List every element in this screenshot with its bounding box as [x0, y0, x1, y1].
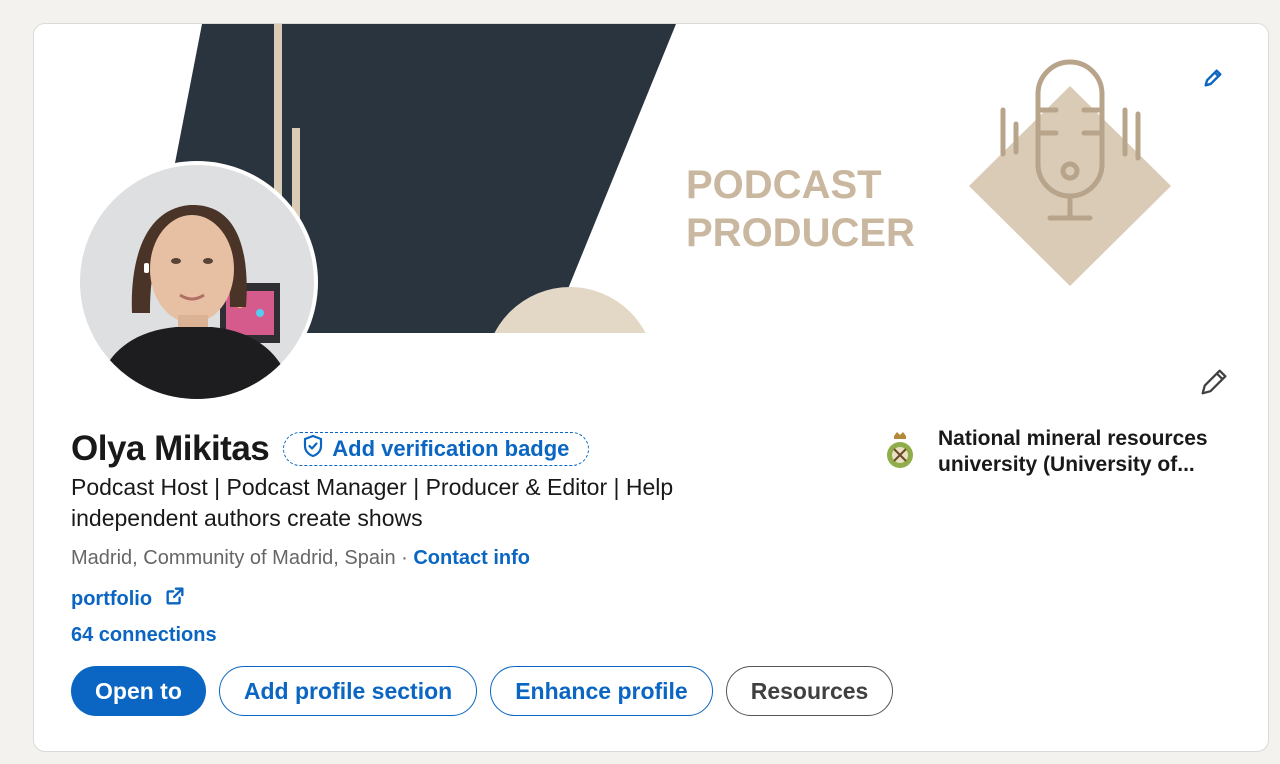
- portfolio-label: portfolio: [71, 587, 153, 610]
- edit-banner-button[interactable]: [1194, 61, 1232, 99]
- external-link-icon: [152, 585, 186, 613]
- resources-button[interactable]: Resources: [725, 666, 894, 716]
- profile-headline: Podcast Host | Podcast Manager | Produce…: [71, 474, 674, 531]
- enhance-profile-button[interactable]: Enhance profile: [490, 666, 713, 716]
- education-item[interactable]: National mineral resources university (U…: [882, 426, 1228, 478]
- shield-check-icon: [302, 434, 332, 464]
- portfolio-link[interactable]: portfolio: [71, 585, 186, 613]
- connections-link[interactable]: 64 connections: [71, 624, 217, 647]
- location-row: Madrid, Community of Madrid, Spain · Con…: [71, 547, 530, 570]
- open-to-button[interactable]: Open to: [71, 666, 206, 716]
- profile-name: Olya Mikitas: [71, 429, 270, 468]
- education-name: National mineral resources university (U…: [938, 427, 1208, 476]
- avatar[interactable]: [76, 161, 318, 403]
- add-profile-section-button[interactable]: Add profile section: [218, 666, 478, 716]
- edit-intro-button[interactable]: [1194, 364, 1234, 404]
- separator-dot: ·: [395, 547, 414, 569]
- contact-info-link[interactable]: Contact info: [413, 547, 530, 569]
- profile-actions: Open to Add profile section Enhance prof…: [71, 666, 906, 716]
- location-text: Madrid, Community of Madrid, Spain: [71, 547, 396, 569]
- verification-badge-label: Add verification badge: [332, 436, 570, 461]
- university-crest-icon: [882, 430, 918, 470]
- banner-text-line2: PRODUCER: [686, 211, 915, 255]
- profile-card: PODCAST PRODUCER Olya Mikitas Add verifi…: [33, 23, 1269, 752]
- banner-text-line1: PODCAST: [686, 163, 882, 207]
- add-verification-badge-button[interactable]: Add verification badge: [283, 432, 590, 466]
- pencil-icon: [1197, 365, 1231, 404]
- pencil-icon: [1202, 67, 1224, 94]
